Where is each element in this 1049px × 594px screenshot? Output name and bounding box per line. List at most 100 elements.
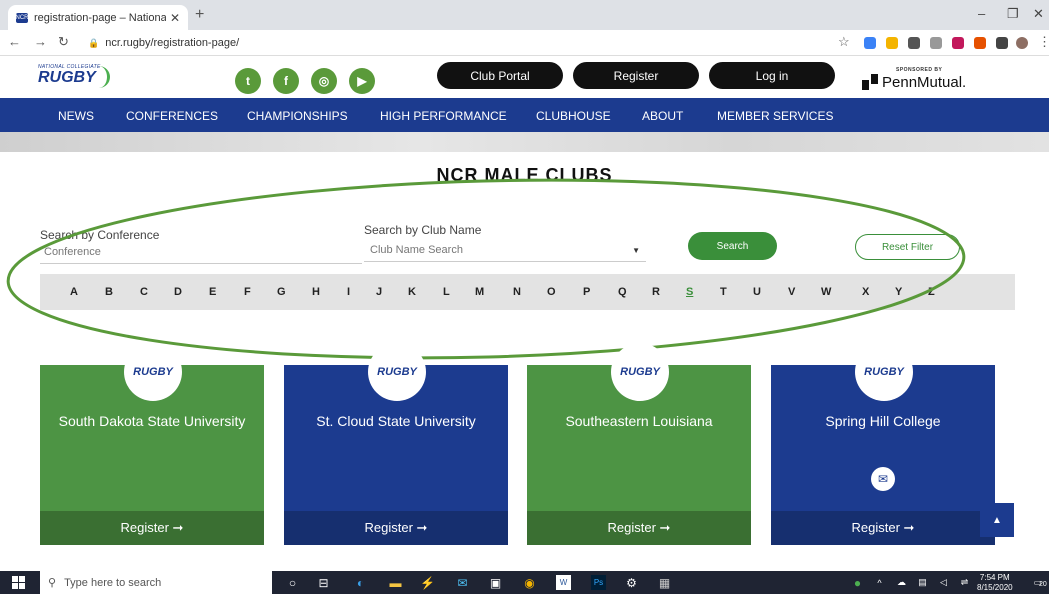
extension-icon[interactable] <box>974 37 986 49</box>
extension-icon[interactable] <box>952 37 964 49</box>
word-icon[interactable]: W <box>556 575 571 590</box>
browser-tab[interactable]: NCR registration-page – National Coll ✕ <box>8 5 188 30</box>
letter-n[interactable]: N <box>513 286 521 298</box>
instagram-icon[interactable]: ◎ <box>311 68 337 94</box>
url-field[interactable]: 🔒 ncr.rugby/registration-page/ <box>82 33 862 53</box>
back-icon[interactable]: ← <box>8 34 21 49</box>
letter-a[interactable]: A <box>70 286 78 298</box>
nav-about[interactable]: ABOUT <box>642 109 683 123</box>
extensions-puzzle-icon[interactable] <box>996 37 1008 49</box>
nav-member-services[interactable]: MEMBER SERVICES <box>717 109 833 123</box>
task-view-icon[interactable]: ⊟ <box>316 575 331 590</box>
extension-icon[interactable] <box>886 37 898 49</box>
letter-w[interactable]: W <box>821 286 831 298</box>
club-register-button[interactable]: Register ➞ <box>771 511 995 545</box>
chrome-icon[interactable]: ◉ <box>522 575 537 590</box>
nav-championships[interactable]: CHAMPIONSHIPS <box>247 109 348 123</box>
settings-gear-icon[interactable]: ⚙ <box>624 575 639 590</box>
network-icon[interactable]: ▤ <box>915 575 930 590</box>
app-icon[interactable]: ⚡ <box>420 575 435 590</box>
letter-g[interactable]: G <box>277 286 286 298</box>
language-icon[interactable]: ⇌ <box>957 575 972 590</box>
taskbar-search-input[interactable]: ⚲ Type here to search <box>40 571 272 594</box>
photoshop-icon[interactable]: Ps <box>591 575 606 590</box>
close-window-icon[interactable]: ✕ <box>1033 6 1044 22</box>
reload-icon[interactable]: ↻ <box>58 34 69 50</box>
youtube-icon[interactable]: ▶ <box>349 68 375 94</box>
letter-v[interactable]: V <box>788 286 795 298</box>
letter-q[interactable]: Q <box>618 286 627 298</box>
reset-filter-button[interactable]: Reset Filter <box>855 234 960 260</box>
profile-avatar[interactable] <box>1016 37 1028 49</box>
pennmutual-mark-icon <box>862 74 878 90</box>
letter-o[interactable]: O <box>547 286 556 298</box>
restore-icon[interactable]: ❐ <box>1007 6 1019 22</box>
nav-conferences[interactable]: CONFERENCES <box>126 109 218 123</box>
menu-dots-icon[interactable]: ⋮ <box>1038 34 1049 50</box>
letter-m[interactable]: M <box>475 286 484 298</box>
club-card[interactable]: RUGBY Spring Hill College ✉ Register ➞ <box>771 343 995 545</box>
letter-y[interactable]: Y <box>895 286 902 298</box>
club-logo: RUGBY <box>855 343 913 401</box>
store-icon[interactable]: ▣ <box>488 575 503 590</box>
letter-j[interactable]: J <box>376 286 382 298</box>
windows-start-icon[interactable] <box>12 576 25 589</box>
conference-input[interactable]: Conference <box>40 246 362 264</box>
club-register-button[interactable]: Register ➞ <box>527 511 751 545</box>
tray-app-icon[interactable]: ● <box>850 575 865 590</box>
club-name-select[interactable]: Club Name Search ▼ <box>364 244 646 262</box>
club-card[interactable]: RUGBY St. Cloud State University Registe… <box>284 343 508 545</box>
extension-icon[interactable] <box>908 37 920 49</box>
letter-e[interactable]: E <box>209 286 216 298</box>
cortana-icon[interactable]: ○ <box>285 575 300 590</box>
register-button[interactable]: Register <box>573 62 699 89</box>
letter-s[interactable]: S <box>686 286 693 298</box>
letter-i[interactable]: I <box>347 286 350 298</box>
ncr-logo[interactable]: NATIONAL COLLEGIATE RUGBY <box>38 64 110 90</box>
club-portal-button[interactable]: Club Portal <box>437 62 563 89</box>
letter-z[interactable]: Z <box>928 286 935 298</box>
login-button[interactable]: Log in <box>709 62 835 89</box>
file-explorer-icon[interactable]: ▬ <box>388 575 403 590</box>
taskbar-clock[interactable]: 7:54 PM 8/15/2020 <box>977 573 1013 593</box>
site-header: NATIONAL COLLEGIATE RUGBY t f ◎ ▶ Club P… <box>0 56 1049 98</box>
nav-high-performance[interactable]: HIGH PERFORMANCE <box>380 109 507 123</box>
letter-u[interactable]: U <box>753 286 761 298</box>
club-card[interactable]: RUGBY Southeastern Louisiana Register ➞ <box>527 343 751 545</box>
extension-icon[interactable] <box>864 37 876 49</box>
letter-l[interactable]: L <box>443 286 450 298</box>
letter-f[interactable]: F <box>244 286 251 298</box>
letter-c[interactable]: C <box>140 286 148 298</box>
chevron-up-icon[interactable]: ^ <box>872 575 887 590</box>
extension-icon[interactable] <box>930 37 942 49</box>
letter-d[interactable]: D <box>174 286 182 298</box>
volume-icon[interactable]: ◁ <box>936 575 951 590</box>
letter-r[interactable]: R <box>652 286 660 298</box>
letter-p[interactable]: P <box>583 286 590 298</box>
email-icon[interactable]: ✉ <box>871 467 895 491</box>
bookmark-star-icon[interactable]: ☆ <box>838 34 850 50</box>
club-register-button[interactable]: Register ➞ <box>40 511 264 545</box>
cloud-icon[interactable]: ☁ <box>894 575 909 590</box>
club-card[interactable]: RUGBY South Dakota State University Regi… <box>40 343 264 545</box>
facebook-icon[interactable]: f <box>273 68 299 94</box>
sponsor-logo[interactable]: SPONSORED BY PennMutual. <box>862 67 972 93</box>
forward-icon[interactable]: → <box>34 34 47 49</box>
calculator-icon[interactable]: ▦ <box>657 575 672 590</box>
letter-t[interactable]: T <box>720 286 727 298</box>
edge-icon[interactable]: ◐ <box>353 575 368 590</box>
search-button[interactable]: Search <box>688 232 777 260</box>
nav-clubhouse[interactable]: CLUBHOUSE <box>536 109 611 123</box>
letter-b[interactable]: B <box>105 286 113 298</box>
twitter-icon[interactable]: t <box>235 68 261 94</box>
club-register-button[interactable]: Register ➞ <box>284 511 508 545</box>
letter-x[interactable]: X <box>862 286 869 298</box>
new-tab-icon[interactable]: + <box>195 6 204 24</box>
minimize-icon[interactable]: – <box>978 6 985 21</box>
letter-h[interactable]: H <box>312 286 320 298</box>
letter-k[interactable]: K <box>408 286 416 298</box>
mail-icon[interactable]: ✉ <box>455 575 470 590</box>
close-tab-icon[interactable]: ✕ <box>170 11 180 25</box>
scroll-to-top-button[interactable]: ▲ <box>980 503 1014 537</box>
nav-news[interactable]: NEWS <box>58 109 94 123</box>
